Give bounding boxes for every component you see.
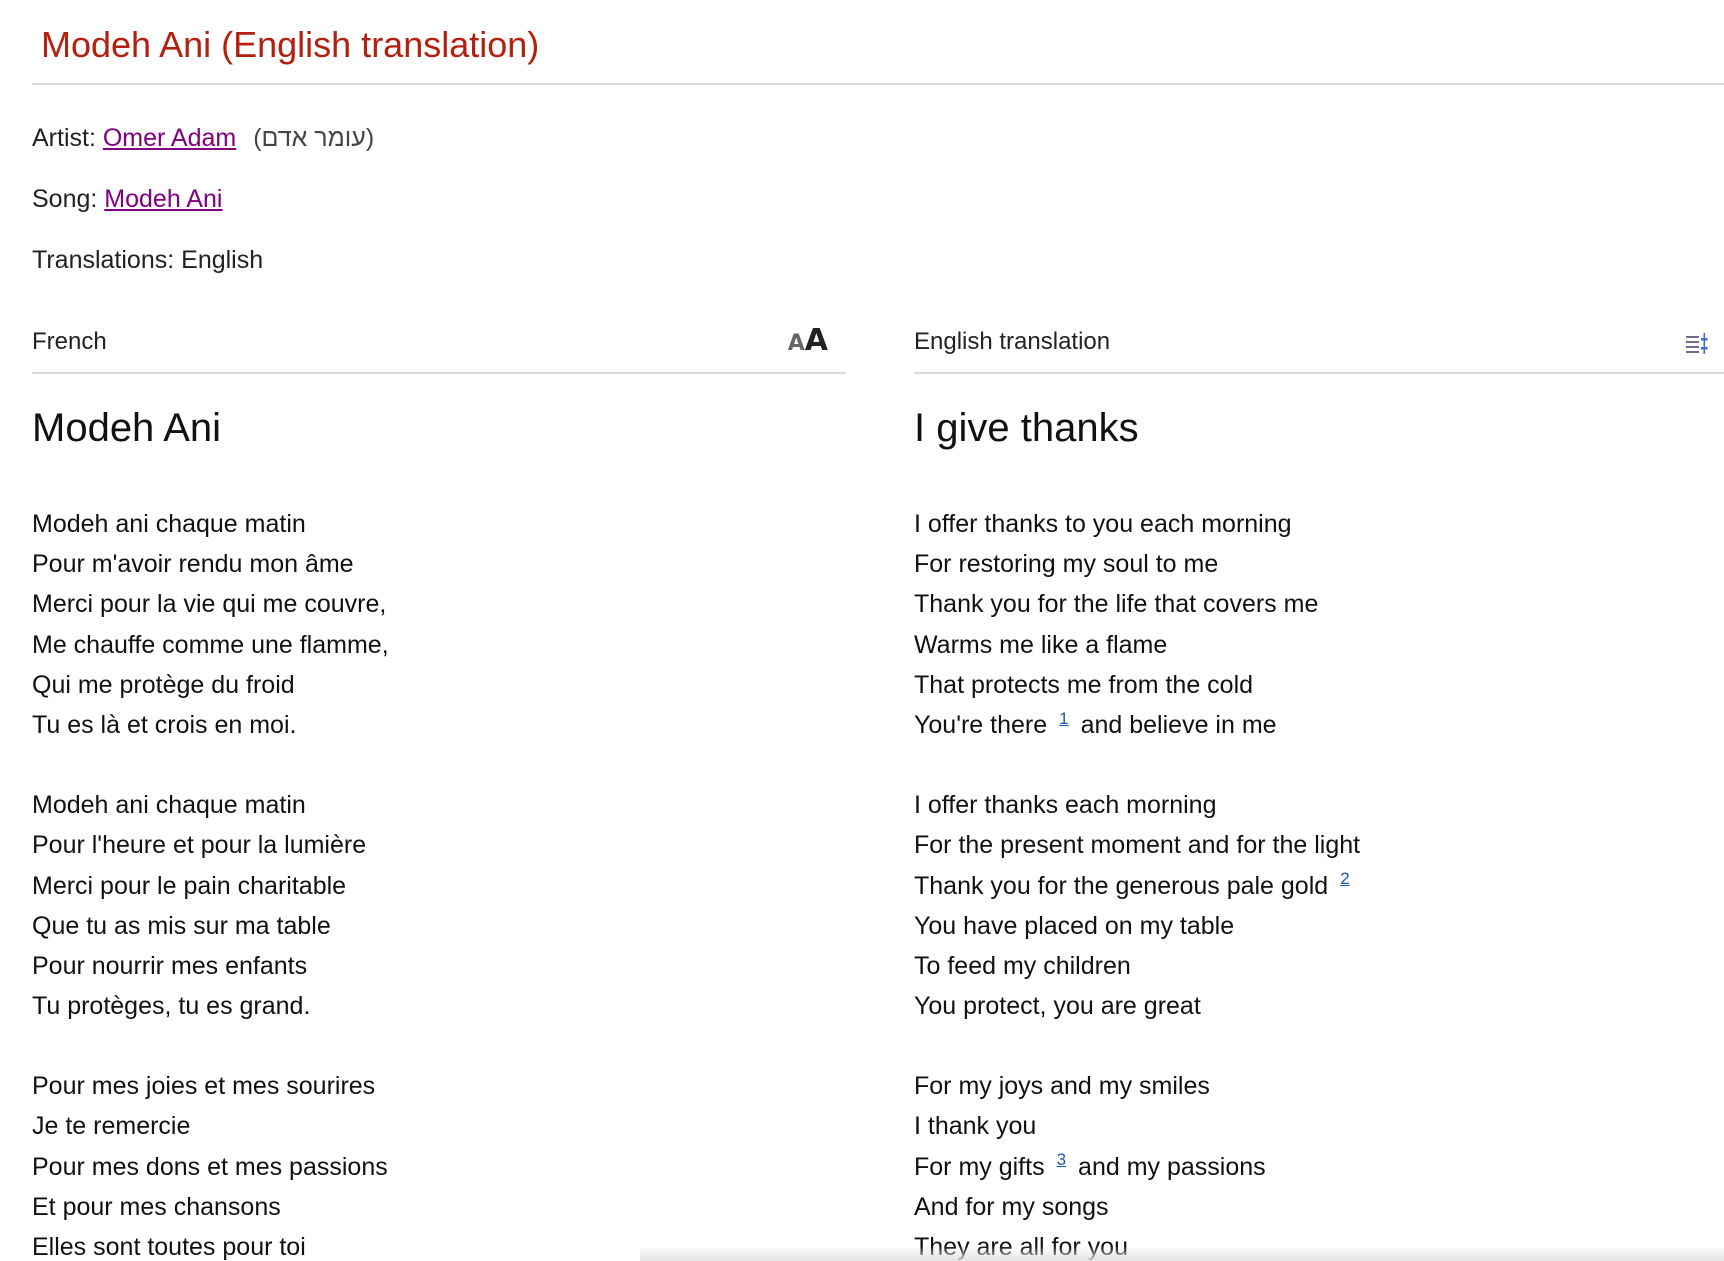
lyric-text-before-footnote: Thank you for the generous pale gold xyxy=(914,871,1329,900)
font-size-icon[interactable]: AA xyxy=(788,323,828,358)
translation-stanza: For my joys and my smiles I thank you For … xyxy=(914,1066,1724,1261)
lyric-text-after-footnote: and believe in me xyxy=(1080,710,1277,739)
original-lyric-line: Me chauffe comme une flamme, xyxy=(32,630,389,659)
title-row: Modeh Ani (English translation) xyxy=(32,0,1724,85)
footnote-link[interactable]: 3 xyxy=(1057,1150,1066,1169)
translations-line: Translations: English xyxy=(32,246,263,275)
original-column-header: French AA xyxy=(32,318,846,374)
original-stanza: Modeh ani chaque matin Pour m'avoir rendu… xyxy=(32,504,846,745)
translation-lyric-line: For the present moment and for the light xyxy=(914,831,1361,860)
translation-lyric-line: You're there 1 and believe in me xyxy=(914,705,1724,745)
original-lyric-line: Que tu as mis sur ma table xyxy=(32,911,331,940)
translation-lyric-line: Thank you for the generous pale gold 2 xyxy=(914,866,1724,906)
artist-line: Artist: Omer Adam (עומר אדם) xyxy=(32,124,374,153)
translation-column-header: English translation xyxy=(914,318,1724,374)
lyric-text-before-footnote: For my gifts xyxy=(914,1152,1045,1181)
translation-lyric-line: That protects me from the cold xyxy=(914,670,1254,699)
original-lyric-line: Pour l'heure et pour la lumière xyxy=(32,831,367,860)
original-lyric-line: Qui me protège du froid xyxy=(32,670,295,699)
lyric-text-after-footnote: and my passions xyxy=(1078,1152,1266,1181)
original-lyric-line: Tu protèges, tu es grand. xyxy=(32,992,311,1021)
artist-native-name: (עומר אדם) xyxy=(253,124,375,152)
text-settings-icon[interactable] xyxy=(1684,330,1710,356)
translation-language-label: English translation xyxy=(914,328,1111,355)
translation-lyric-line: You protect, you are great xyxy=(914,992,1201,1021)
original-lyric-line: Pour nourrir mes enfants xyxy=(32,951,308,980)
translation-lyric-line: I thank you xyxy=(914,1112,1037,1141)
original-lyric-line: Pour mes joies et mes sourires xyxy=(32,1072,376,1101)
translation-stanzas: I offer thanks to you each morning For re… xyxy=(914,504,1724,1261)
translation-lyric-line: I offer thanks to you each morning xyxy=(914,510,1292,538)
translation-stanza: I offer thanks each morning For the prese… xyxy=(914,785,1724,1026)
original-song-title: Modeh Ani xyxy=(32,406,222,450)
original-stanza: Modeh ani chaque matin Pour l'heure et po… xyxy=(32,785,846,1026)
original-lyric-line: Modeh ani chaque matin xyxy=(32,510,306,538)
song-line: Song: Modeh Ani xyxy=(32,185,222,214)
bottom-fade xyxy=(640,1246,1724,1261)
translation-lyric-line: You have placed on my table xyxy=(914,911,1235,940)
translations-value: English xyxy=(181,246,264,274)
artist-link[interactable]: Omer Adam xyxy=(103,124,236,152)
original-lyric-line: Merci pour le pain charitable xyxy=(32,871,347,900)
original-lyric-line: Pour mes dons et mes passions xyxy=(32,1152,388,1181)
original-lyric-line: Et pour mes chansons xyxy=(32,1192,281,1221)
original-lyric-line: Je te remercie xyxy=(32,1112,191,1141)
translations-label: Translations: xyxy=(32,246,175,274)
translation-lyrics-column: English translation I give thanks I offe… xyxy=(914,318,1724,1261)
song-link[interactable]: Modeh Ani xyxy=(104,185,222,213)
translation-lyric-line: To feed my children xyxy=(914,951,1131,980)
translation-lyric-line: Thank you for the life that covers me xyxy=(914,590,1319,619)
translation-stanza: I offer thanks to you each morning For re… xyxy=(914,504,1724,745)
artist-label: Artist: xyxy=(32,124,96,152)
footnote-link[interactable]: 1 xyxy=(1059,709,1068,728)
translation-lyric-line: For my gifts 3 and my passions xyxy=(914,1147,1724,1187)
original-lyrics-column: French AA Modeh Ani Modeh ani chaque mat… xyxy=(32,318,846,1261)
lyric-text-before-footnote: You're there xyxy=(914,710,1048,739)
original-language-label: French xyxy=(32,328,107,355)
original-stanzas: Modeh ani chaque matin Pour m'avoir rendu… xyxy=(32,504,846,1261)
original-lyric-line: Merci pour la vie qui me couvre, xyxy=(32,590,387,619)
translation-lyric-line: Warms me like a flame xyxy=(914,630,1168,659)
original-lyric-line: Pour m'avoir rendu mon âme xyxy=(32,550,354,579)
translation-lyric-line: For restoring my soul to me xyxy=(914,550,1219,579)
page-title: Modeh Ani (English translation) xyxy=(41,24,540,65)
translation-lyric-line: For my joys and my smiles xyxy=(914,1072,1210,1101)
footnote-link[interactable]: 2 xyxy=(1340,869,1349,888)
original-stanza: Pour mes joies et mes sourires Je te reme… xyxy=(32,1066,846,1261)
lyrics-page: Modeh Ani (English translation) Artist: … xyxy=(0,0,1724,1261)
original-lyric-line: Modeh ani chaque matin xyxy=(32,791,306,820)
original-lyric-line: Tu es là et crois en moi. xyxy=(32,710,297,739)
translation-lyric-line: I offer thanks each morning xyxy=(914,791,1217,820)
song-label: Song: xyxy=(32,185,98,213)
translation-lyric-line: And for my songs xyxy=(914,1192,1109,1221)
translation-song-title: I give thanks xyxy=(914,406,1139,450)
